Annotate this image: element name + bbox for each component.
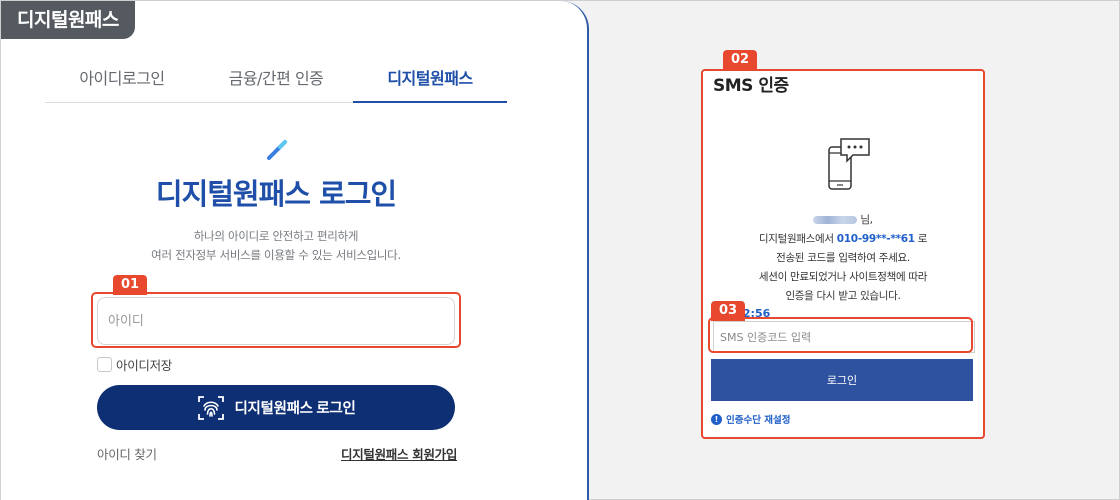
save-id-row[interactable]: 아이디저장 — [97, 355, 172, 374]
pen-icon — [267, 140, 287, 160]
fingerprint-icon — [198, 395, 225, 420]
screenshot-frame: 디지털원패스 아이디로그인 금융/간편 인증 디지털원패스 디지털원패스 로그인… — [0, 0, 1120, 500]
sms-title: SMS 인증 — [713, 76, 789, 96]
sms-auth-card: SMS 인증 님, 디지털원패스에서 010-99**-**61 로 전송된 코… — [701, 69, 985, 439]
masked-username — [813, 216, 858, 224]
sms-line-suffix: 로 — [917, 233, 928, 245]
digital-onepass-login-button[interactable]: 디지털원패스 로그인 — [97, 385, 455, 430]
desc-line-2: 여러 전자정부 서비스를 이용할 수 있는 서비스입니다. — [151, 248, 401, 262]
save-id-label: 아이디저장 — [116, 358, 173, 373]
desc-line-1: 하나의 아이디로 안전하고 편리하게 — [193, 229, 359, 243]
section-tag: 디지털원패스 — [1, 1, 135, 39]
masked-phone: 010-99**-**61 — [836, 233, 915, 245]
reset-auth-label: 인증수단 재설정 — [726, 415, 791, 426]
step-badge-03: 03 — [711, 301, 746, 321]
sms-message: 님, 디지털원패스에서 010-99**-**61 로 전송된 코드를 입력하여… — [703, 211, 983, 306]
sms-line-4: 세션이 만료되었거나 사이트정책에 따라 — [758, 271, 928, 283]
tab-id-login[interactable]: 아이디로그인 — [45, 59, 199, 102]
reset-auth-method-link[interactable]: ! 인증수단 재설정 — [711, 412, 791, 426]
sms-line-prefix: 디지털원패스에서 — [758, 233, 834, 245]
login-title: 디지털원패스 로그인 — [155, 177, 397, 211]
sms-line-user: 님, — [703, 211, 983, 230]
digital-onepass-login-label: 디지털원패스 로그인 — [234, 401, 356, 417]
sms-line-3: 전송된 코드를 입력하여 주세요. — [776, 252, 910, 264]
login-tabs: 아이디로그인 금융/간편 인증 디지털원패스 — [45, 59, 507, 103]
nim-text: 님, — [860, 214, 873, 226]
tab-financial-auth[interactable]: 금융/간편 인증 — [199, 59, 353, 102]
id-input[interactable] — [97, 297, 455, 345]
info-icon: ! — [711, 413, 722, 425]
login-description: 하나의 아이디로 안전하고 편리하게 여러 전자정부 서비스를 이용할 수 있는… — [1, 227, 551, 265]
phone-message-icon — [828, 138, 870, 190]
sms-login-button[interactable]: 로그인 — [711, 359, 973, 401]
step-badge-02: 02 — [723, 50, 758, 70]
tab-digital-onepass[interactable]: 디지털원패스 — [353, 59, 507, 103]
highlight-box-03 — [708, 317, 973, 353]
join-link[interactable]: 디지털원패스 회원가입 — [341, 444, 457, 463]
sms-line-phone: 디지털원패스에서 010-99**-**61 로 — [703, 230, 983, 249]
sms-line-5: 인증을 다시 받고 있습니다. — [785, 290, 901, 302]
login-panel: 디지털원패스 아이디로그인 금융/간편 인증 디지털원패스 디지털원패스 로그인… — [1, 1, 589, 500]
find-id-link[interactable]: 아이디 찾기 — [97, 444, 157, 463]
save-id-checkbox[interactable] — [97, 357, 112, 372]
